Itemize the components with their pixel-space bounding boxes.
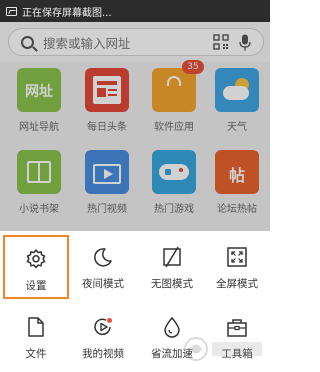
menu-item-fullscreen[interactable]: 全屏模式 bbox=[204, 235, 270, 299]
menu-item-settings[interactable]: 设置 bbox=[3, 235, 69, 299]
water-drop-icon bbox=[164, 316, 180, 338]
status-text: 正在保存屏幕截图... bbox=[22, 7, 112, 19]
menu-item-files[interactable]: 文件 bbox=[3, 305, 69, 369]
no-image-icon bbox=[163, 246, 181, 268]
file-icon bbox=[28, 317, 44, 337]
settings-icon bbox=[26, 249, 46, 269]
browser-screen: 正在保存屏幕截图... 搜索或输入网址 网址 网址导航 每日头条 35 软件应用… bbox=[0, 0, 270, 372]
my-video-icon bbox=[94, 318, 112, 336]
fullscreen-icon bbox=[227, 247, 247, 267]
menu-item-label: 文件 bbox=[25, 348, 47, 360]
menu-item-label: 我的视频 bbox=[82, 348, 124, 360]
menu-item-night-mode[interactable]: 夜间模式 bbox=[70, 235, 136, 299]
status-bar: 正在保存屏幕截图... bbox=[0, 0, 270, 22]
menu-sheet: 设置 夜间模式 无图模式 全屏模式 文件 我的视频 省流加速 bbox=[0, 231, 270, 372]
menu-item-my-videos[interactable]: 我的视频 bbox=[70, 305, 136, 369]
watermark-logo bbox=[184, 337, 262, 361]
menu-item-label: 夜间模式 bbox=[82, 278, 124, 290]
menu-item-label: 无图模式 bbox=[151, 278, 193, 290]
screenshot-icon bbox=[6, 6, 17, 16]
moon-icon bbox=[94, 248, 112, 267]
menu-item-label: 设置 bbox=[25, 280, 47, 292]
menu-item-label: 全屏模式 bbox=[216, 278, 258, 290]
menu-item-no-image[interactable]: 无图模式 bbox=[139, 235, 205, 299]
